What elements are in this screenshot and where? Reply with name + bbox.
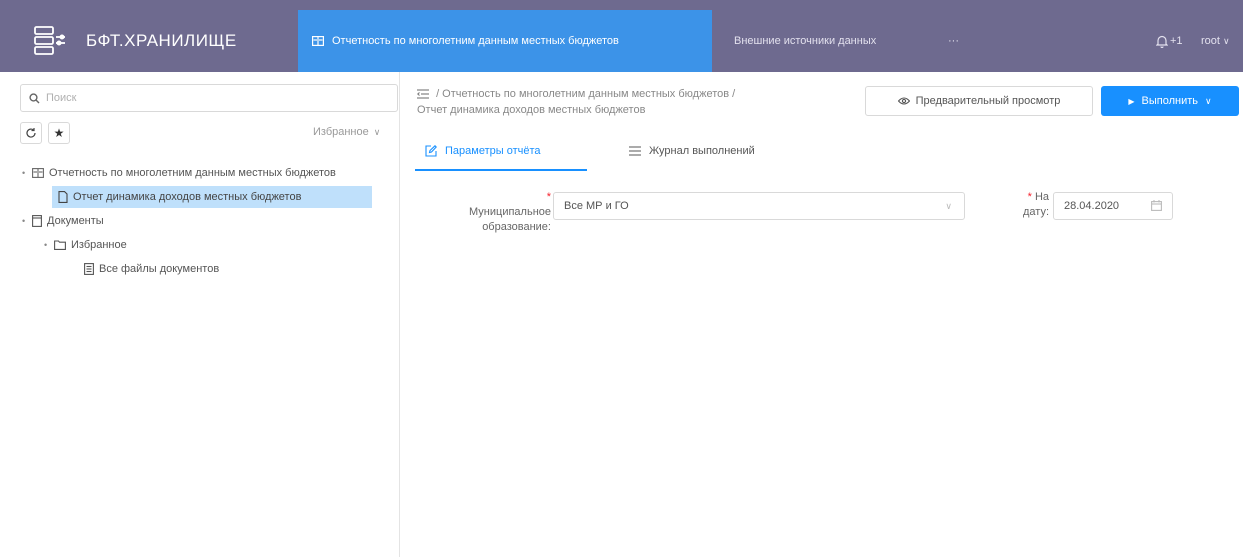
database-logo-icon bbox=[28, 19, 72, 63]
tree-item-favorites[interactable]: • Избранное bbox=[44, 234, 127, 256]
search-placeholder: Поиск bbox=[46, 92, 77, 104]
notification-count: +1 bbox=[1170, 35, 1183, 47]
menu-collapse-icon[interactable] bbox=[417, 89, 429, 99]
favorite-button[interactable]: ★ bbox=[48, 122, 70, 144]
nav-more-button[interactable]: ··· bbox=[948, 10, 959, 72]
tab-execution-log[interactable]: Журнал выполнений bbox=[629, 132, 755, 170]
tab-label: Параметры отчёта bbox=[445, 145, 541, 157]
date-picker-value: 28.04.2020 bbox=[1064, 200, 1120, 212]
notifications-button[interactable]: +1 bbox=[1156, 10, 1183, 72]
list-icon bbox=[84, 263, 94, 275]
date-label-line1: На bbox=[1034, 191, 1049, 203]
tree-item-reporting-folder[interactable]: • Отчетность по многолетним данным местн… bbox=[22, 162, 397, 184]
municipal-field-label: * Муниципальное образование: bbox=[421, 190, 551, 235]
chevron-down-icon: ∨ bbox=[373, 126, 381, 137]
tree-item-label: Документы bbox=[47, 215, 104, 227]
brand[interactable]: БФТ.ХРАНИЛИЩЕ bbox=[8, 10, 296, 72]
nav-tab-external-sources[interactable]: Внешние источники данных bbox=[734, 10, 876, 72]
expand-toggle[interactable]: • bbox=[22, 216, 32, 226]
municipal-label-line1: Муниципальное bbox=[469, 206, 551, 218]
expand-toggle[interactable]: • bbox=[22, 168, 32, 178]
run-button[interactable]: ▶ Выполнить ∨ bbox=[1101, 86, 1239, 116]
sidebar: Поиск ★ Избранное ∨ • Отчетность по мног… bbox=[8, 72, 400, 557]
tab-bar: Параметры отчёта Журнал выполнений bbox=[411, 132, 1243, 172]
active-tab-indicator bbox=[415, 169, 587, 171]
edit-icon bbox=[425, 145, 437, 157]
search-input[interactable]: Поиск bbox=[20, 84, 398, 112]
municipal-label-line2: образование: bbox=[482, 221, 551, 233]
nav-tab-external-label: Внешние источники данных bbox=[734, 35, 877, 47]
list-icon bbox=[629, 146, 641, 156]
municipal-select-value: Все МР и ГО bbox=[564, 200, 629, 212]
file-icon bbox=[58, 191, 68, 203]
tree-item-label: Отчетность по многолетним данным местных… bbox=[49, 167, 336, 179]
breadcrumb-path[interactable]: / Отчетность по многолетним данным местн… bbox=[436, 88, 735, 100]
favorites-dropdown-label: Избранное bbox=[313, 126, 369, 138]
tree-item-label: Отчет динамика доходов местных бюджетов bbox=[73, 191, 302, 203]
search-icon bbox=[29, 92, 40, 104]
breadcrumb-current: Отчет динамика доходов местных бюджетов bbox=[417, 104, 646, 116]
refresh-button[interactable] bbox=[20, 122, 42, 144]
star-icon: ★ bbox=[53, 126, 65, 140]
chevron-down-icon: ∨ bbox=[1205, 95, 1212, 106]
user-menu[interactable]: root ∨ bbox=[1201, 10, 1230, 72]
breadcrumb: / Отчетность по многолетним данным местн… bbox=[417, 86, 857, 118]
tree-item-report-selected[interactable]: Отчет динамика доходов местных бюджетов bbox=[52, 186, 372, 208]
preview-button-label: Предварительный просмотр bbox=[915, 95, 1061, 107]
eye-icon bbox=[897, 97, 910, 105]
brand-title: БФТ.ХРАНИЛИЩЕ bbox=[86, 31, 237, 50]
tree-item-label: Все файлы документов bbox=[99, 263, 220, 275]
favorites-dropdown[interactable]: Избранное ∨ bbox=[313, 126, 380, 138]
top-bar: БФТ.ХРАНИЛИЩЕ Отчетность по многолетним … bbox=[0, 0, 1243, 72]
nav-tab-reporting-label: Отчетность по многолетним данным местных… bbox=[332, 35, 619, 47]
main-content: / Отчетность по многолетним данным местн… bbox=[401, 72, 1243, 557]
chevron-down-icon: ∨ bbox=[1222, 35, 1230, 46]
tree-item-label: Избранное bbox=[71, 239, 127, 251]
required-marker: * bbox=[546, 191, 551, 203]
chevron-down-icon: ∨ bbox=[945, 201, 952, 211]
report-icon bbox=[312, 36, 324, 46]
date-label-line2: дату: bbox=[1022, 206, 1049, 218]
play-icon: ▶ bbox=[1128, 96, 1135, 106]
required-marker: * bbox=[1027, 191, 1032, 203]
tree-item-all-files[interactable]: Все файлы документов bbox=[84, 258, 219, 280]
tab-report-parameters[interactable]: Параметры отчёта bbox=[425, 132, 541, 170]
calendar-icon[interactable] bbox=[1151, 200, 1162, 211]
tab-label: Журнал выполнений bbox=[649, 145, 755, 157]
document-icon bbox=[32, 215, 42, 227]
expand-toggle[interactable]: • bbox=[44, 240, 54, 250]
tree-item-documents[interactable]: • Документы bbox=[22, 210, 104, 232]
run-button-label: Выполнить bbox=[1141, 95, 1199, 107]
refresh-icon bbox=[25, 127, 37, 139]
report-icon bbox=[32, 168, 44, 178]
date-field-label: * На дату: bbox=[997, 190, 1049, 220]
user-name: root bbox=[1201, 35, 1220, 47]
nav-more-label: ··· bbox=[948, 35, 959, 47]
municipal-select[interactable]: Все МР и ГО ∨ bbox=[553, 192, 965, 220]
date-picker-input[interactable]: 28.04.2020 bbox=[1053, 192, 1173, 220]
bell-icon bbox=[1156, 35, 1168, 48]
folder-icon bbox=[54, 240, 66, 250]
nav-tab-reporting[interactable]: Отчетность по многолетним данным местных… bbox=[298, 10, 712, 72]
preview-button[interactable]: Предварительный просмотр bbox=[865, 86, 1093, 116]
